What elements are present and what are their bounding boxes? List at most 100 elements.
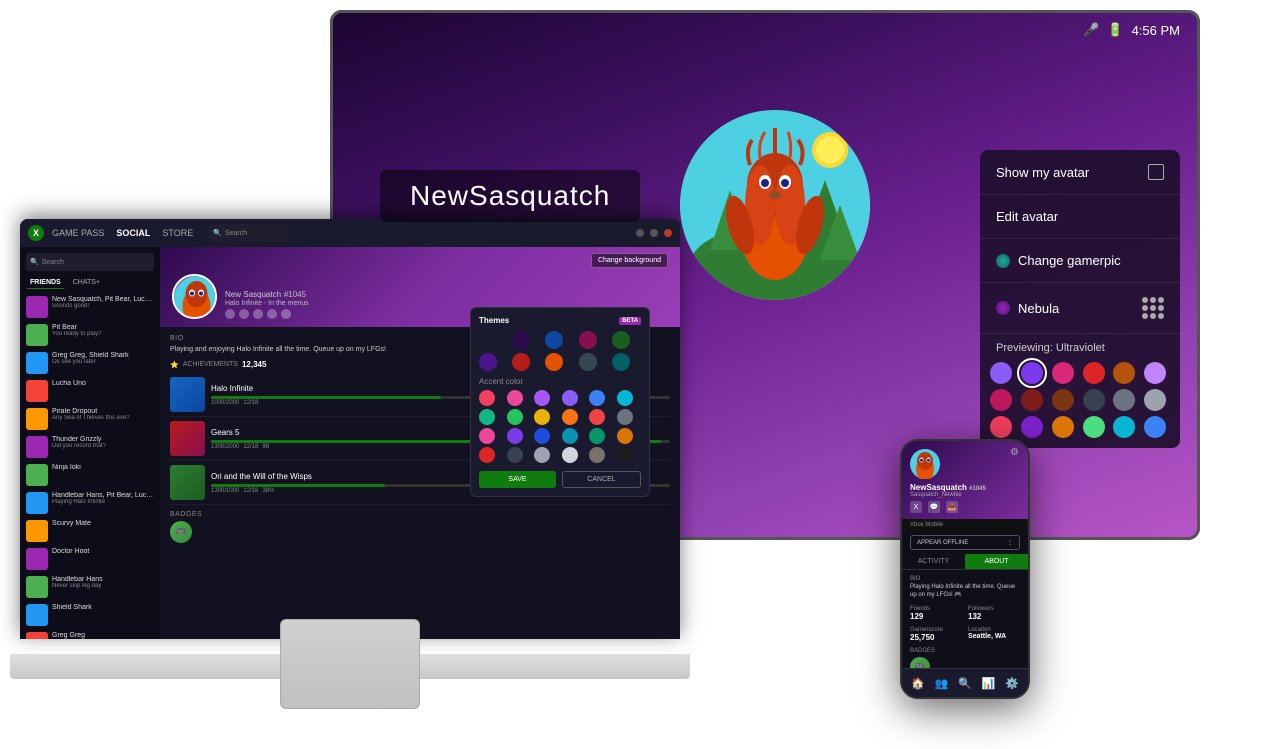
- phone-nav-home[interactable]: 🏠: [910, 675, 926, 691]
- show-avatar-checkbox[interactable]: [1148, 164, 1164, 180]
- color-rose[interactable]: [990, 416, 1012, 438]
- accent-gray[interactable]: [617, 409, 633, 425]
- accent-black[interactable]: [617, 447, 633, 463]
- accent-darkblue[interactable]: [534, 428, 550, 444]
- phone-nav-friends[interactable]: 👥: [933, 675, 949, 691]
- theme-orange[interactable]: [545, 353, 563, 371]
- phone-msg-icon[interactable]: 💬: [928, 501, 940, 513]
- appear-offline-button[interactable]: APPEAR OFFLINE ⋮: [910, 535, 1020, 550]
- accent-cyan[interactable]: [617, 390, 633, 406]
- color-silver[interactable]: [1144, 389, 1166, 411]
- friend-item-4[interactable]: Pirate Dropout Any Sea of Thieves this e…: [20, 405, 160, 433]
- friend-item-0[interactable]: New Sasquatch, Pit Bear, Lucha... Sounds…: [20, 293, 160, 321]
- accent-darkred[interactable]: [479, 447, 495, 463]
- friend-item-7[interactable]: Handlebar Hans, Pit Bear, Lucha... Playi…: [20, 489, 160, 517]
- theme-pink[interactable]: [579, 331, 597, 349]
- minimize-btn[interactable]: [636, 229, 644, 237]
- accent-rose[interactable]: [479, 390, 495, 406]
- theme-red[interactable]: [512, 353, 530, 371]
- themes-cancel-button[interactable]: CANCEL: [562, 471, 641, 488]
- accent-pink[interactable]: [507, 390, 523, 406]
- color-cyan[interactable]: [1113, 416, 1135, 438]
- theme-violet[interactable]: [479, 353, 497, 371]
- phone-nav-stats[interactable]: 📊: [981, 675, 997, 691]
- accent-silver[interactable]: [562, 447, 578, 463]
- accent-purple[interactable]: [534, 390, 550, 406]
- accent-lightblue[interactable]: [562, 428, 578, 444]
- tab-chats[interactable]: CHATS+: [69, 277, 104, 289]
- color-selected[interactable]: [1021, 362, 1043, 384]
- color-blue[interactable]: [1144, 416, 1166, 438]
- accent-yellow[interactable]: [534, 409, 550, 425]
- accent-lightgray[interactable]: [534, 447, 550, 463]
- color-orange[interactable]: [1052, 416, 1074, 438]
- friend-item-1[interactable]: Pit Bear You ready to play?: [20, 321, 160, 349]
- theme-purple[interactable]: [512, 331, 530, 349]
- social-icon-3: [253, 309, 263, 319]
- accent-green[interactable]: [507, 409, 523, 425]
- phone-share-icon[interactable]: 📤: [946, 501, 958, 513]
- phone-gear-icon[interactable]: ⚙: [1010, 447, 1022, 459]
- phone-badges-label: Badges: [910, 648, 1020, 654]
- accent-orange[interactable]: [562, 409, 578, 425]
- edit-avatar-item[interactable]: Edit avatar: [980, 195, 1180, 239]
- color-gray[interactable]: [1083, 389, 1105, 411]
- accent-blue[interactable]: [589, 390, 605, 406]
- theme-slate[interactable]: [579, 353, 597, 371]
- color-red[interactable]: [1083, 362, 1105, 384]
- show-avatar-item[interactable]: Show my avatar: [980, 150, 1180, 195]
- phone-nav-search[interactable]: 🔍: [957, 675, 973, 691]
- color-purple[interactable]: [1021, 416, 1043, 438]
- sidebar-search-box[interactable]: 🔍 Search: [26, 253, 154, 271]
- badges-list: 🎮: [170, 521, 670, 543]
- maximize-btn[interactable]: [650, 229, 658, 237]
- theme-blue[interactable]: [545, 331, 563, 349]
- friend-item-3[interactable]: Lucha Uno: [20, 377, 160, 405]
- color-amber[interactable]: [1113, 362, 1135, 384]
- color-green[interactable]: [1083, 416, 1105, 438]
- accent-indigo[interactable]: [507, 428, 523, 444]
- friend-name-12: Greg Greg: [52, 632, 154, 639]
- close-btn[interactable]: [664, 229, 672, 237]
- friend-item-8[interactable]: Scurvy Mate: [20, 517, 160, 545]
- themes-save-button[interactable]: SAVE: [479, 471, 556, 488]
- phone-tab-about[interactable]: ABOUT: [965, 554, 1028, 569]
- color-magenta[interactable]: [990, 389, 1012, 411]
- phone-tab-activity[interactable]: ACTIVITY: [902, 554, 965, 569]
- friend-item-12[interactable]: Greg Greg Thursday 2 lk: [20, 629, 160, 639]
- friend-item-10[interactable]: Handlebar Hans Never skip leg day: [20, 573, 160, 601]
- color-darkred[interactable]: [1021, 389, 1043, 411]
- search-box-header[interactable]: 🔍 Search: [209, 224, 289, 242]
- theme-dark[interactable]: [479, 331, 497, 349]
- accent-violet[interactable]: [562, 390, 578, 406]
- change-background-button[interactable]: Change background: [591, 253, 668, 268]
- friend-item-6[interactable]: Ninja Ioki: [20, 461, 160, 489]
- accent-emerald[interactable]: [479, 409, 495, 425]
- color-lightgray[interactable]: [1113, 389, 1135, 411]
- friend-item-11[interactable]: Shield Shark: [20, 601, 160, 629]
- color-lavender[interactable]: [1144, 362, 1166, 384]
- nebula-item[interactable]: Nebula: [980, 283, 1180, 334]
- tv-avatar-circle: [680, 110, 870, 300]
- accent-pink2[interactable]: [479, 428, 495, 444]
- theme-green[interactable]: [612, 331, 630, 349]
- nav-tab-store[interactable]: STORE: [162, 228, 193, 238]
- color-ultraviolet[interactable]: [990, 362, 1012, 384]
- accent-darkgray[interactable]: [507, 447, 523, 463]
- nav-tab-social[interactable]: SOCIAL: [116, 228, 150, 238]
- tv-battery-icon: 🔋: [1107, 22, 1123, 38]
- friend-item-5[interactable]: Thunder Grizzly Did you record that?: [20, 433, 160, 461]
- accent-stone[interactable]: [589, 447, 605, 463]
- accent-teal[interactable]: [589, 428, 605, 444]
- tab-friends[interactable]: FRIENDS: [26, 277, 65, 289]
- theme-teal[interactable]: [612, 353, 630, 371]
- accent-red[interactable]: [589, 409, 605, 425]
- change-gamerpic-item[interactable]: Change gamerpic: [980, 239, 1180, 283]
- color-brown[interactable]: [1052, 389, 1074, 411]
- accent-amber[interactable]: [617, 428, 633, 444]
- nav-tab-gamepass[interactable]: GAME PASS: [52, 228, 104, 238]
- friend-item-2[interactable]: Greg Greg, Shield Shark Ok see you later: [20, 349, 160, 377]
- friend-item-9[interactable]: Doctor Hoot: [20, 545, 160, 573]
- phone-nav-settings[interactable]: ⚙️: [1004, 675, 1020, 691]
- color-pink[interactable]: [1052, 362, 1074, 384]
